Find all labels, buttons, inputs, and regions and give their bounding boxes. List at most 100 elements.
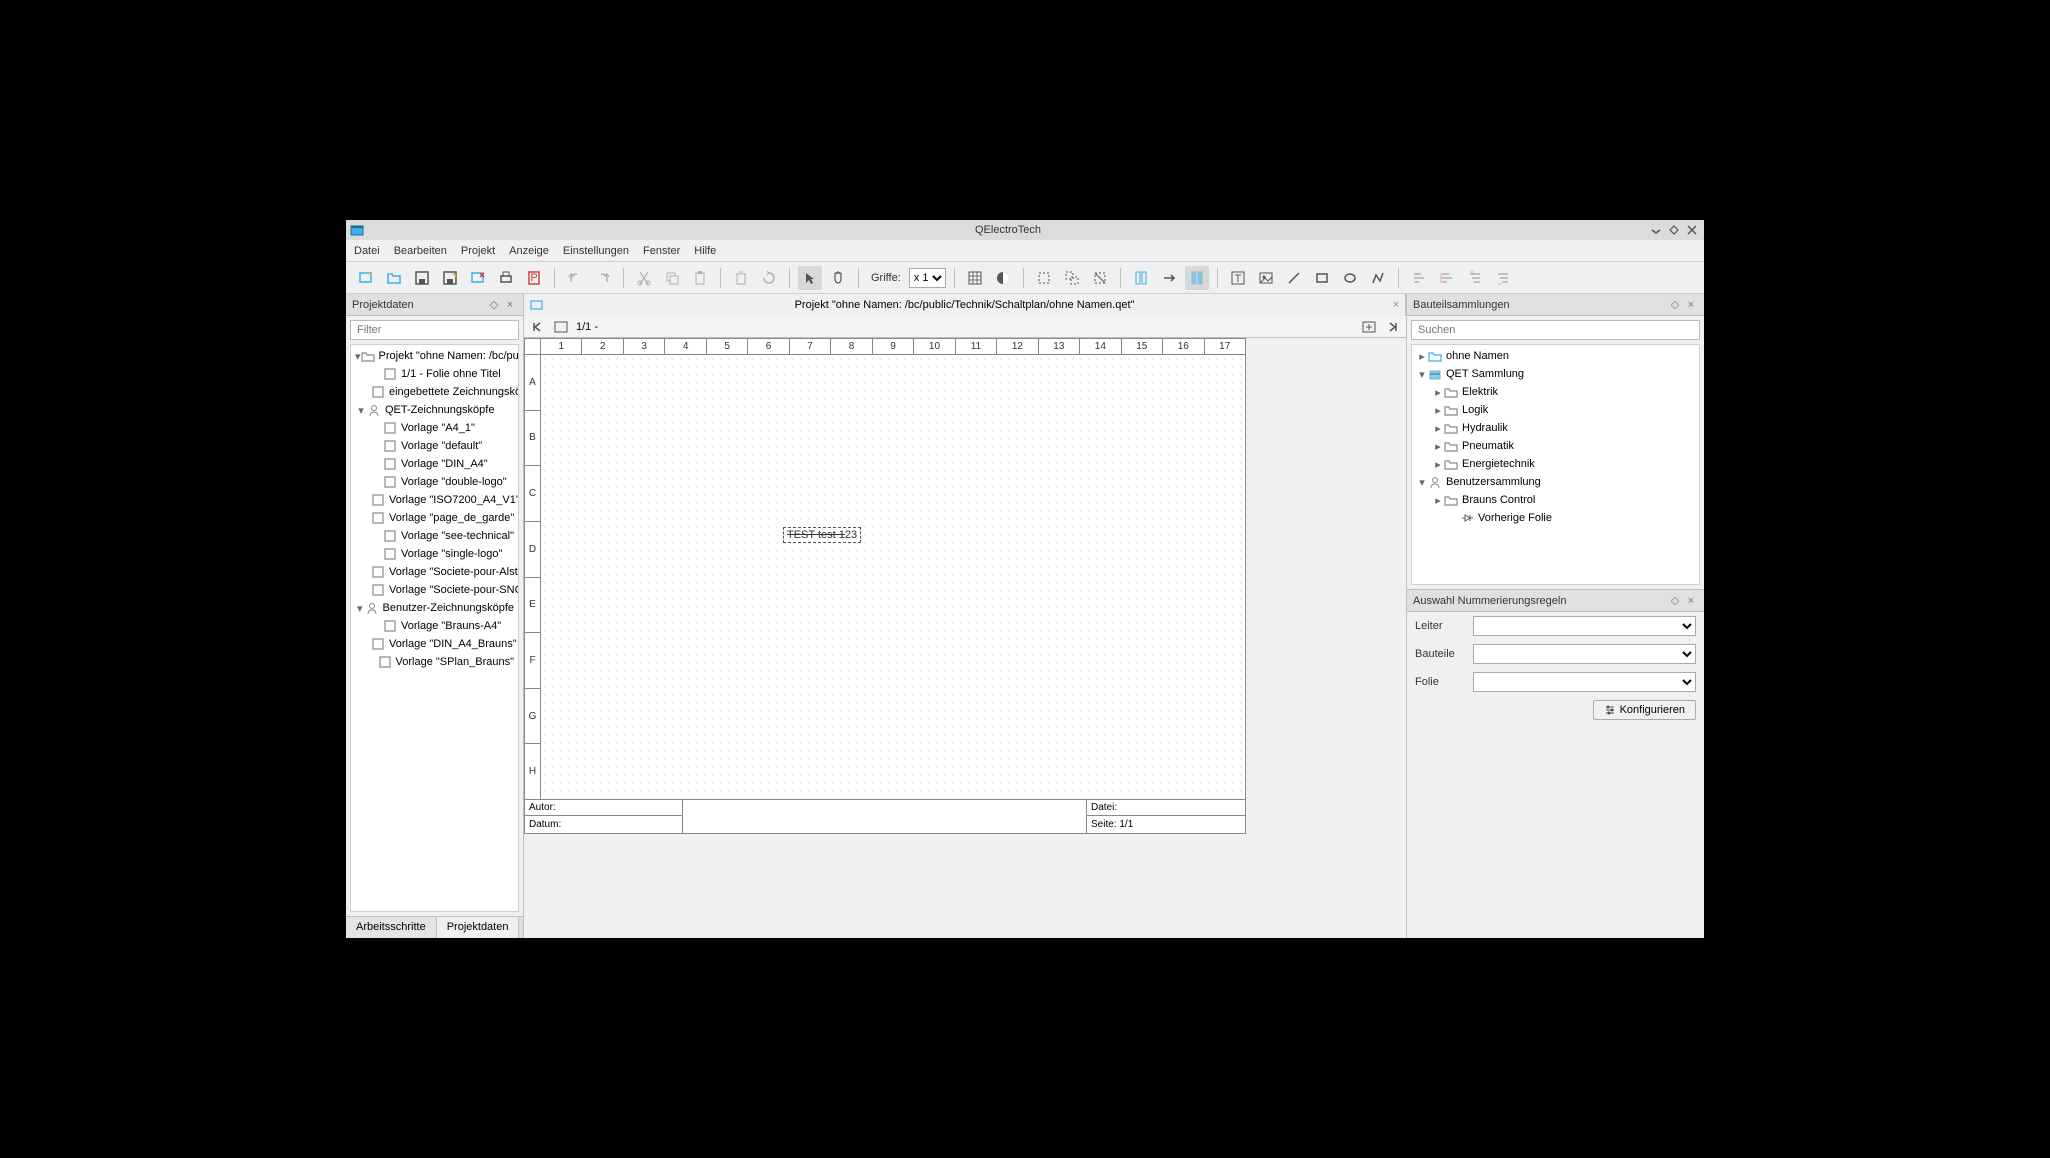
tree-item[interactable]: Vorlage "single-logo" xyxy=(351,545,518,563)
tree-item[interactable]: Vorherige Folie xyxy=(1412,509,1699,527)
paste-icon[interactable] xyxy=(688,266,712,290)
save-icon[interactable] xyxy=(410,266,434,290)
document-tab[interactable]: Projekt "ohne Namen: /bc/public/Technik/… xyxy=(524,294,1406,316)
print-icon[interactable] xyxy=(494,266,518,290)
image-tool-icon[interactable] xyxy=(1254,266,1278,290)
align-1-icon[interactable] xyxy=(1407,266,1431,290)
tree-item[interactable]: ▾QET Sammlung xyxy=(1412,365,1699,383)
panel-float-icon[interactable]: ◇ xyxy=(1668,594,1682,608)
line-tool-icon[interactable] xyxy=(1282,266,1306,290)
tree-item[interactable]: ▾Benutzer-Zeichnungsköpfe xyxy=(351,599,518,617)
tree-item[interactable]: ▸Logik xyxy=(1412,401,1699,419)
folie-select[interactable] xyxy=(1473,672,1696,692)
tree-item[interactable]: Vorlage "Societe-pour-Alsto... xyxy=(351,563,518,581)
align-4-icon[interactable] xyxy=(1491,266,1515,290)
tree-item[interactable]: Vorlage "DIN_A4" xyxy=(351,455,518,473)
tree-item[interactable]: ▾Projekt "ohne Namen: /bc/publi... xyxy=(351,347,518,365)
tree-item[interactable]: ▸Pneumatik xyxy=(1412,437,1699,455)
grid-icon[interactable] xyxy=(963,266,987,290)
menu-einstellungen[interactable]: Einstellungen xyxy=(563,245,629,257)
tree-item[interactable]: ▸ohne Namen xyxy=(1412,347,1699,365)
last-page-icon[interactable] xyxy=(1384,318,1402,336)
menu-datei[interactable]: Datei xyxy=(354,245,380,257)
collections-tree[interactable]: ▸ohne Namen▾QET Sammlung▸Elektrik▸Logik▸… xyxy=(1411,344,1700,585)
menu-fenster[interactable]: Fenster xyxy=(643,245,680,257)
delete-icon[interactable] xyxy=(729,266,753,290)
export-pdf-icon[interactable]: P xyxy=(522,266,546,290)
menu-bearbeiten[interactable]: Bearbeiten xyxy=(394,245,447,257)
ellipse-tool-icon[interactable] xyxy=(1338,266,1362,290)
rotate-icon[interactable] xyxy=(757,266,781,290)
panel-close-icon[interactable]: × xyxy=(1684,298,1698,312)
tree-item[interactable]: ▾Benutzersammlung xyxy=(1412,473,1699,491)
tab-arbeitsschritte[interactable]: Arbeitsschritte xyxy=(346,917,437,938)
canvas[interactable]: 1234567891011121314151617 ABCDEFGH TEST … xyxy=(524,338,1406,938)
menu-anzeige[interactable]: Anzeige xyxy=(509,245,549,257)
rect-tool-icon[interactable] xyxy=(1310,266,1334,290)
undo-icon[interactable] xyxy=(563,266,587,290)
column-header: 4 xyxy=(665,339,706,354)
panel-float-icon[interactable]: ◇ xyxy=(1668,298,1682,312)
tree-item[interactable]: Vorlage "Societe-pour-SNCF2" xyxy=(351,581,518,599)
tree-item[interactable]: Vorlage "DIN_A4_Brauns" xyxy=(351,635,518,653)
text-element[interactable]: TEST test 123 xyxy=(783,527,861,543)
tree-item[interactable]: eingebettete Zeichnungskö... xyxy=(351,383,518,401)
panel-close-icon[interactable]: × xyxy=(503,298,517,312)
search-input[interactable] xyxy=(1411,320,1700,340)
page-thumb-icon[interactable] xyxy=(552,318,570,336)
select-rect-icon[interactable] xyxy=(1032,266,1056,290)
text-tool-icon[interactable]: T xyxy=(1226,266,1250,290)
tree-item[interactable]: Vorlage "Brauns-A4" xyxy=(351,617,518,635)
tree-item[interactable]: Vorlage "double-logo" xyxy=(351,473,518,491)
auto-number-icon[interactable] xyxy=(1185,266,1209,290)
project-tree[interactable]: ▾Projekt "ohne Namen: /bc/publi...1/1 - … xyxy=(350,344,519,912)
grid-area[interactable]: TEST test 123 xyxy=(541,355,1245,799)
configure-button[interactable]: Konfigurieren xyxy=(1593,700,1696,720)
document-tab-close-icon[interactable]: × xyxy=(1393,299,1399,311)
close-button[interactable] xyxy=(1684,222,1700,238)
tree-item[interactable]: Vorlage "SPlan_Brauns" xyxy=(351,653,518,671)
save-as-icon[interactable] xyxy=(438,266,462,290)
tree-item[interactable]: ▸Elektrik xyxy=(1412,383,1699,401)
select-tool-icon[interactable] xyxy=(798,266,822,290)
tree-item-label: Hydraulik xyxy=(1462,422,1508,434)
tree-item[interactable]: Vorlage "ISO7200_A4_V1" xyxy=(351,491,518,509)
new-project-icon[interactable] xyxy=(354,266,378,290)
background-color-icon[interactable] xyxy=(991,266,1015,290)
close-file-icon[interactable] xyxy=(466,266,490,290)
tree-item[interactable]: ▸Hydraulik xyxy=(1412,419,1699,437)
cut-icon[interactable] xyxy=(632,266,656,290)
filter-input[interactable] xyxy=(350,320,519,340)
align-2-icon[interactable] xyxy=(1435,266,1459,290)
align-3-icon[interactable] xyxy=(1463,266,1487,290)
add-column-icon[interactable] xyxy=(1129,266,1153,290)
leiter-select[interactable] xyxy=(1473,616,1696,636)
add-row-icon[interactable] xyxy=(1157,266,1181,290)
copy-icon[interactable] xyxy=(660,266,684,290)
tab-projektdaten[interactable]: Projektdaten xyxy=(437,917,520,938)
tree-item[interactable]: Vorlage "default" xyxy=(351,437,518,455)
tree-item[interactable]: Vorlage "A4_1" xyxy=(351,419,518,437)
tree-item[interactable]: Vorlage "page_de_garde" xyxy=(351,509,518,527)
griffe-select[interactable]: x 1 xyxy=(909,268,946,288)
tree-item[interactable]: ▸Energietechnik xyxy=(1412,455,1699,473)
redo-icon[interactable] xyxy=(591,266,615,290)
select-none-icon[interactable] xyxy=(1088,266,1112,290)
tree-item[interactable]: ▾QET-Zeichnungsköpfe xyxy=(351,401,518,419)
menu-projekt[interactable]: Projekt xyxy=(461,245,495,257)
tree-item[interactable]: 1/1 - Folie ohne Titel xyxy=(351,365,518,383)
panel-close-icon[interactable]: × xyxy=(1684,594,1698,608)
polyline-tool-icon[interactable] xyxy=(1366,266,1390,290)
menu-hilfe[interactable]: Hilfe xyxy=(694,245,716,257)
maximize-button[interactable] xyxy=(1666,222,1682,238)
tree-item[interactable]: ▸Brauns Control xyxy=(1412,491,1699,509)
select-invert-icon[interactable] xyxy=(1060,266,1084,290)
open-icon[interactable] xyxy=(382,266,406,290)
add-page-icon[interactable] xyxy=(1360,318,1378,336)
bauteile-select[interactable] xyxy=(1473,644,1696,664)
tree-item[interactable]: Vorlage "see-technical" xyxy=(351,527,518,545)
panel-float-icon[interactable]: ◇ xyxy=(487,298,501,312)
first-page-icon[interactable] xyxy=(528,318,546,336)
pan-tool-icon[interactable] xyxy=(826,266,850,290)
minimize-button[interactable] xyxy=(1648,222,1664,238)
